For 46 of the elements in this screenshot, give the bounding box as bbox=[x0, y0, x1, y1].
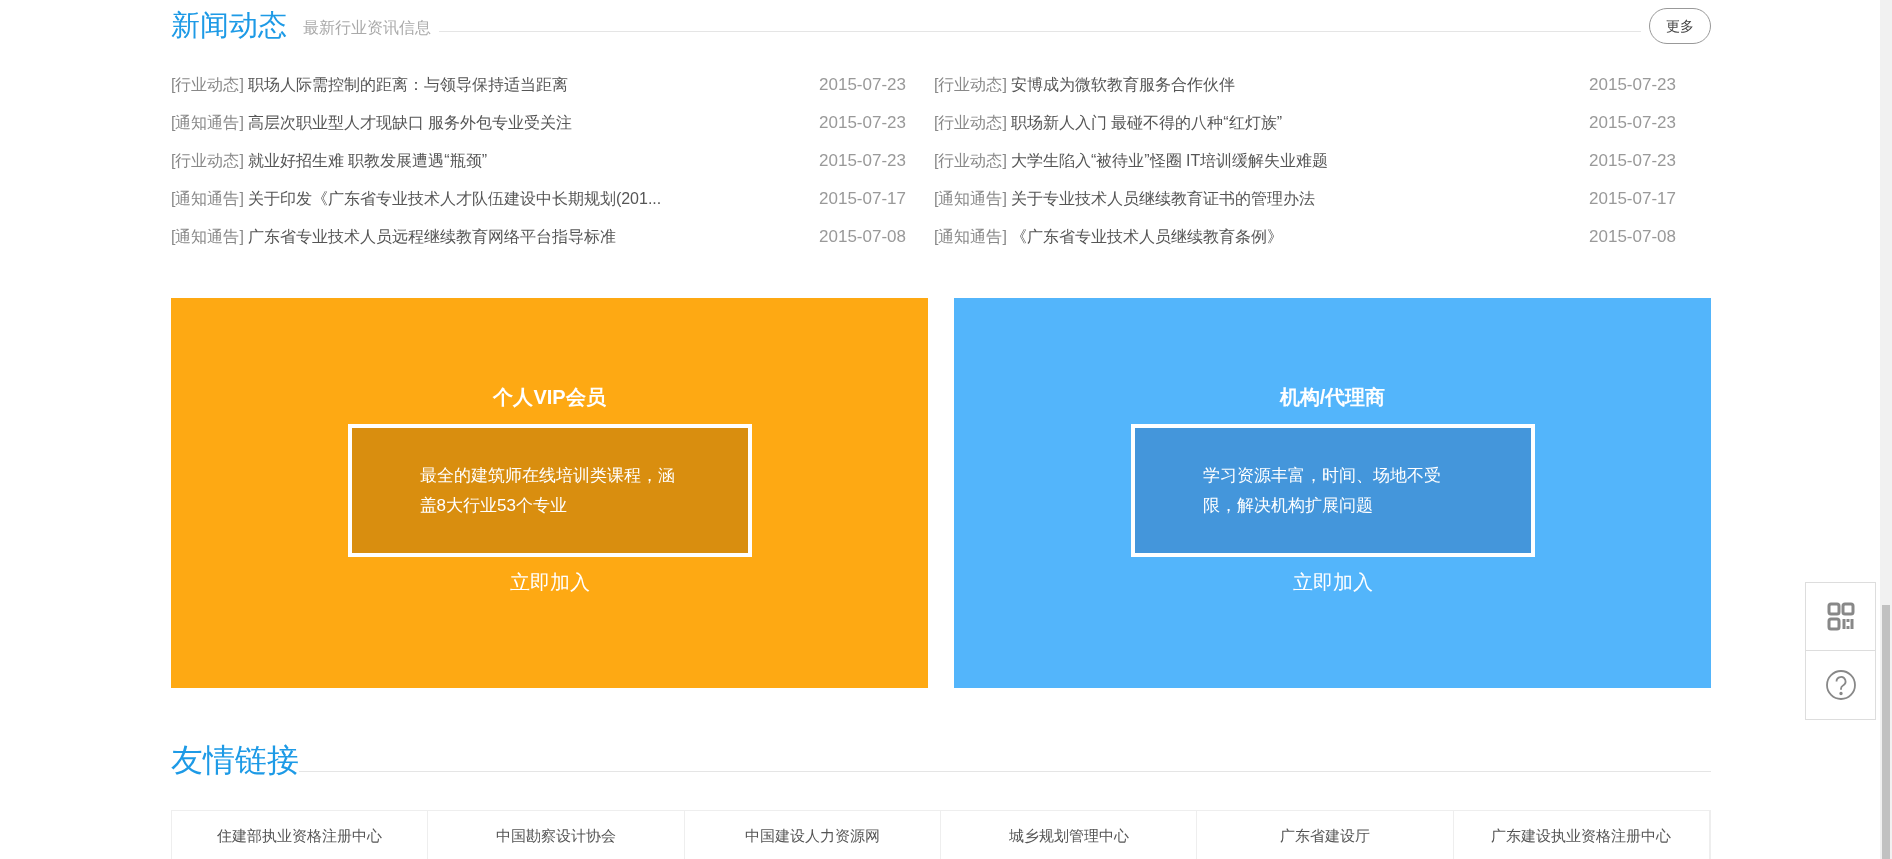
news-category: [行业动态] bbox=[171, 75, 245, 95]
more-button[interactable]: 更多 bbox=[1649, 8, 1711, 44]
news-category: [通知通告] bbox=[171, 113, 245, 133]
news-link[interactable]: 关于专业技术人员继续教育证书的管理办法 bbox=[1010, 187, 1315, 211]
friend-link[interactable]: 中国勘察设计协会 bbox=[428, 811, 685, 859]
card-description: 最全的建筑师在线培训类课程，涵盖8大行业53个专业 bbox=[419, 464, 676, 517]
news-date: 2015-07-17 bbox=[1589, 188, 1676, 211]
news-link[interactable]: 广东省专业技术人员远程继续教育网络平台指导标准 bbox=[247, 225, 616, 249]
news-link[interactable]: 安博成为微软教育服务合作伙伴 bbox=[1010, 73, 1235, 97]
news-date: 2015-07-08 bbox=[819, 226, 906, 249]
friend-link[interactable]: 住建部执业资格注册中心 bbox=[172, 811, 429, 859]
news-link[interactable]: 就业好招生难 职教发展遭遇“瓶颈” bbox=[247, 149, 487, 173]
news-link[interactable]: 职场新人入门 最碰不得的八种“红灯族” bbox=[1010, 111, 1282, 135]
news-category: [通知通告] bbox=[171, 227, 245, 247]
news-category: [行业动态] bbox=[171, 151, 245, 171]
news-category: [行业动态] bbox=[934, 113, 1008, 133]
news-date: 2015-07-23 bbox=[1589, 74, 1676, 97]
news-date: 2015-07-23 bbox=[819, 150, 906, 173]
news-date: 2015-07-17 bbox=[819, 188, 906, 211]
news-category: [通知通告] bbox=[171, 189, 245, 209]
news-category: [行业动态] bbox=[934, 151, 1008, 171]
card-title: 机构/代理商 bbox=[1279, 385, 1386, 410]
friend-link[interactable]: 中国建设人力资源网 bbox=[684, 811, 941, 859]
friend-link[interactable]: 广东省建设厅 bbox=[1197, 811, 1454, 859]
help-icon bbox=[1824, 669, 1857, 701]
section-title: 新闻动态 bbox=[171, 11, 288, 40]
news-link[interactable]: 职场人际需控制的距离：与领导保持适当距离 bbox=[247, 73, 568, 97]
news-link[interactable]: 高层次职业型人才现缺口 服务外包专业受关注 bbox=[247, 111, 573, 135]
news-category: [行业动态] bbox=[934, 75, 1008, 95]
section-title: 友情链接 bbox=[171, 744, 299, 776]
news-link[interactable]: 关于印发《广东省专业技术人才队伍建设中长期规划(201... bbox=[247, 187, 662, 211]
friend-link[interactable]: 广东建设执业资格注册中心 bbox=[1453, 811, 1710, 859]
news-date: 2015-07-23 bbox=[819, 74, 906, 97]
news-link[interactable]: 《广东省专业技术人员继续教育条例》 bbox=[1010, 225, 1283, 249]
news-date: 2015-07-08 bbox=[1589, 226, 1676, 249]
news-category: [通知通告] bbox=[934, 189, 1008, 209]
news-date: 2015-07-23 bbox=[819, 112, 906, 135]
card-title: 个人VIP会员 bbox=[493, 385, 606, 410]
news-category: [通知通告] bbox=[934, 227, 1008, 247]
section-subtitle: 最新行业资讯信息 bbox=[303, 18, 432, 38]
friend-link[interactable]: 城乡规划管理中心 bbox=[941, 811, 1198, 859]
card-description: 学习资源丰富，时间、场地不受限，解决机构扩展问题 bbox=[1202, 464, 1442, 517]
news-date: 2015-07-23 bbox=[1589, 150, 1676, 173]
news-link[interactable]: 大学生陷入“被待业”怪圈 IT培训缓解失业难题 bbox=[1010, 149, 1329, 173]
qr-code-icon bbox=[1826, 601, 1855, 632]
news-date: 2015-07-23 bbox=[1589, 112, 1676, 135]
